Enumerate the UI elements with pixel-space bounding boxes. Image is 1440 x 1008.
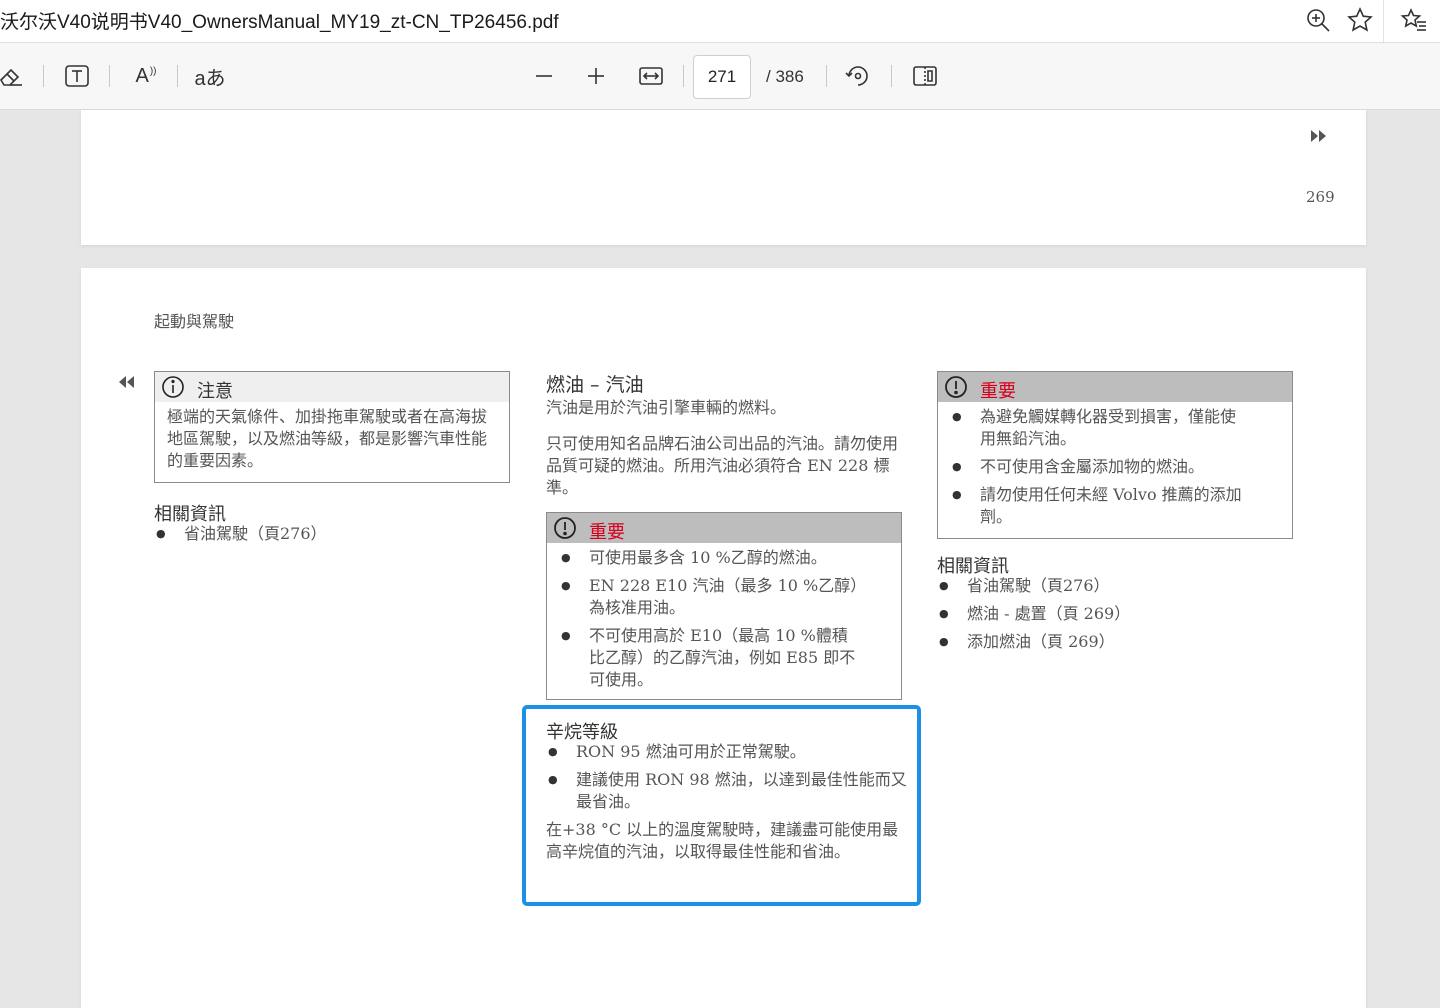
related-link[interactable]: 省油駕駛（頁276）: [154, 523, 484, 545]
fuel-gasoline-paragraph: 只可使用知名品牌石油公司出品的汽油。請勿使用品質可疑的燃油。所用汽油必須符合 E…: [546, 434, 899, 497]
important-title: 重要: [980, 381, 1016, 402]
page-view-icon[interactable]: [911, 62, 939, 90]
related-info-list: 省油駕駛（頁276）: [154, 523, 484, 545]
text-box-icon[interactable]: [63, 62, 91, 90]
document-title: 沃尔沃V40说明书V40_OwnersManual_MY19_zt-CN_TP2…: [0, 12, 559, 33]
note-body: 極端的天氣條件、加掛拖車駕駛或者在高海拔地區駕駛，以及燃油等級，都是影響汽車性能…: [167, 407, 488, 470]
toolbar-divider: [43, 65, 44, 87]
rotate-icon[interactable]: [844, 62, 872, 90]
page-number: 269: [1306, 188, 1335, 206]
page-total: / 386: [766, 67, 804, 86]
fuel-gasoline-title: 燃油 – 汽油: [546, 374, 644, 396]
important-item: EN 228 E10 汽油（最多 10 %乙醇）為核准用油。: [559, 575, 859, 619]
toolbar-divider: [683, 65, 684, 87]
related-link[interactable]: 省油駕駛（頁276）: [937, 575, 1267, 597]
fuel-gasoline-subtitle: 汽油是用於汽油引擎車輛的燃料。: [546, 398, 787, 417]
toolbar-divider: [891, 65, 892, 87]
related-link[interactable]: 添加燃油（頁 269）: [937, 631, 1267, 653]
important-item: 不可使用高於 E10（最高 10 %體積比乙醇）的乙醇汽油，例如 E85 即不可…: [559, 625, 859, 691]
pdf-toolbar: A )) aあ / 386: [0, 43, 1440, 110]
titlebar-divider: [1383, 0, 1384, 42]
important-item: 可使用最多含 10 %乙醇的燃油。: [559, 547, 859, 569]
toolbar-divider: [109, 65, 110, 87]
selection-highlight: [522, 705, 921, 906]
important-list: 可使用最多含 10 %乙醇的燃油。 EN 228 E10 汽油（最多 10 %乙…: [547, 543, 869, 691]
important-list: 為避免觸媒轉化器受到損害，僅能使用無鉛汽油。 不可使用含金屬添加物的燃油。 請勿…: [938, 402, 1260, 528]
read-aloud-label: A: [135, 64, 149, 87]
page-number-input[interactable]: [693, 55, 751, 99]
toolbar-divider: [177, 65, 178, 87]
important-box: 重要 可使用最多含 10 %乙醇的燃油。 EN 228 E10 汽油（最多 10…: [546, 512, 902, 700]
toolbar-divider: [826, 65, 827, 87]
plus-icon[interactable]: [582, 62, 610, 90]
important-item: 為避免觸媒轉化器受到損害，僅能使用無鉛汽油。: [950, 406, 1250, 450]
important-box-header: 重要: [938, 372, 1292, 402]
double-chevron-right-icon[interactable]: [1310, 128, 1330, 144]
exclamation-icon: [553, 516, 577, 544]
translate-button[interactable]: aあ: [193, 62, 227, 90]
important-box-2: 重要 為避免觸媒轉化器受到損害，僅能使用無鉛汽油。 不可使用含金屬添加物的燃油。…: [937, 371, 1293, 539]
note-title: 注意: [197, 381, 233, 402]
star-icon[interactable]: [1346, 6, 1374, 38]
pdf-page-269: 269: [81, 110, 1366, 245]
favorites-list-icon[interactable]: [1400, 6, 1428, 38]
fit-width-icon[interactable]: [637, 62, 665, 90]
important-item: 請勿使用任何未經 Volvo 推薦的添加劑。: [950, 484, 1250, 528]
important-title: 重要: [589, 522, 625, 543]
related-info-list: 省油駕駛（頁276） 燃油 - 處置（頁 269） 添加燃油（頁 269）: [937, 575, 1267, 653]
title-bar: 沃尔沃V40说明书V40_OwnersManual_MY19_zt-CN_TP2…: [0, 0, 1440, 43]
eraser-icon[interactable]: [0, 62, 25, 90]
double-chevron-left-icon[interactable]: [118, 374, 138, 390]
read-aloud-button[interactable]: A )): [130, 62, 162, 90]
important-box-header: 重要: [547, 513, 901, 543]
zoom-in-icon[interactable]: [1304, 6, 1332, 38]
note-box-header: 注意: [155, 372, 509, 402]
exclamation-icon: [944, 375, 968, 403]
sound-waves-icon: )): [149, 65, 157, 77]
info-icon: [161, 375, 185, 403]
minus-icon[interactable]: [530, 62, 558, 90]
important-item: 不可使用含金屬添加物的燃油。: [950, 456, 1250, 478]
related-link[interactable]: 燃油 - 處置（頁 269）: [937, 603, 1267, 625]
section-header: 起動與駕駛: [154, 312, 235, 331]
note-box: 注意 極端的天氣條件、加掛拖車駕駛或者在高海拔地區駕駛，以及燃油等級，都是影響汽…: [154, 371, 510, 483]
